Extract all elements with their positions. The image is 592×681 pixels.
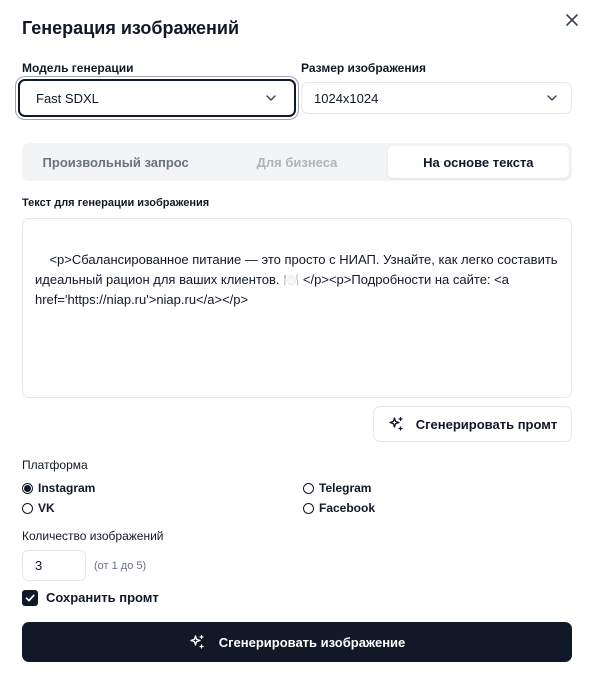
count-hint: (от 1 до 5)	[94, 560, 147, 572]
text-source-label: Текст для генерации изображения	[22, 197, 210, 209]
generate-image-button[interactable]: Сгенерировать изображение	[22, 622, 572, 662]
platform-option-instagram[interactable]: Instagram	[22, 481, 95, 495]
platform-option-label: Facebook	[319, 501, 376, 515]
radio-empty-icon	[303, 482, 314, 494]
tab-text-based[interactable]: На основе текста	[387, 146, 569, 178]
resize-handle-icon[interactable]	[559, 385, 569, 395]
platform-option-vk[interactable]: VK	[22, 501, 55, 515]
platform-option-telegram[interactable]: Telegram	[303, 481, 371, 495]
sparkles-icon	[388, 416, 404, 432]
sparkles-icon	[189, 634, 205, 650]
size-select[interactable]: 1024x1024	[301, 82, 572, 114]
model-label: Модель генерации	[22, 61, 134, 75]
platform-option-facebook[interactable]: Facebook	[303, 501, 375, 515]
platform-label: Платформа	[22, 458, 88, 472]
radio-empty-icon	[303, 502, 314, 514]
tab-custom-request[interactable]: Произвольный запрос	[25, 146, 206, 178]
image-generation-dialog: Генерация изображений Модель генерации F…	[0, 0, 592, 681]
generate-prompt-label: Сгенерировать промт	[415, 416, 558, 432]
tab-for-business[interactable]: Для бизнеса	[206, 146, 387, 178]
platform-option-label: VK	[38, 501, 55, 515]
platform-option-label: Instagram	[38, 481, 96, 495]
image-count-input[interactable]: 3	[22, 550, 86, 581]
platform-option-label: Telegram	[319, 481, 372, 495]
radio-selected-icon	[22, 482, 33, 494]
text-source-textarea[interactable]: <p>Сбалансированное питание — это просто…	[22, 218, 572, 398]
generate-prompt-button[interactable]: Сгенерировать промт	[373, 406, 572, 442]
save-prompt-label: Сохранить промт	[46, 590, 159, 605]
model-select[interactable]: Fast SDXL	[18, 79, 296, 117]
prompt-mode-tabs: Произвольный запрос Для бизнеса На основ…	[22, 143, 572, 181]
model-select-value: Fast SDXL	[36, 90, 99, 106]
dialog-title: Генерация изображений	[22, 18, 240, 38]
chevron-down-icon	[545, 91, 559, 105]
size-select-value: 1024x1024	[314, 90, 379, 106]
count-label: Количество изображений	[22, 529, 164, 543]
chevron-down-icon	[264, 91, 278, 105]
save-prompt-checkbox[interactable]	[22, 590, 38, 606]
size-label: Размер изображения	[301, 61, 426, 75]
radio-empty-icon	[22, 502, 33, 514]
generate-image-label: Сгенерировать изображение	[218, 634, 406, 650]
text-source-value: <p>Сбалансированное питание — это просто…	[35, 252, 562, 307]
close-icon[interactable]	[562, 10, 582, 30]
checkmark-icon	[25, 594, 35, 602]
